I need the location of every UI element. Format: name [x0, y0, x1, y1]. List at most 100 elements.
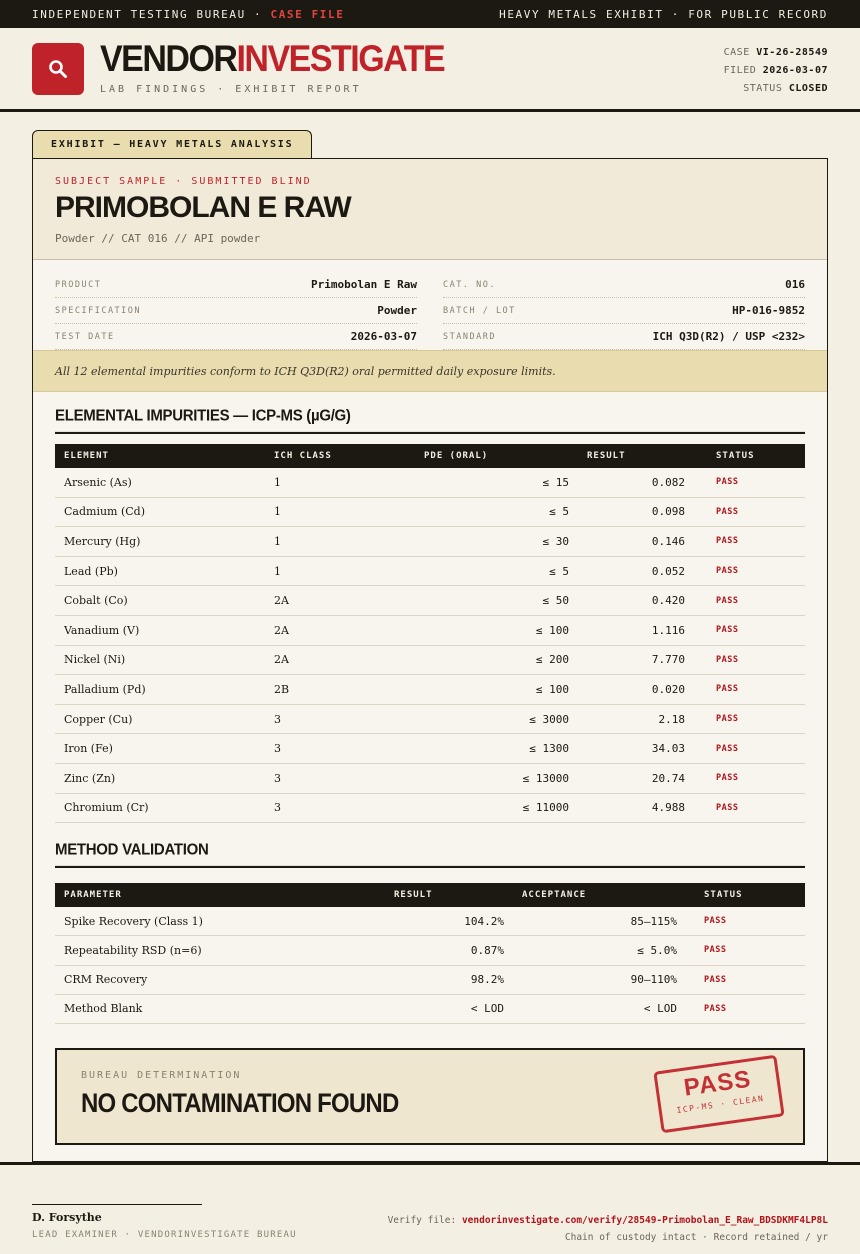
table-header: ELEMENT ICH CLASS PDE (ORAL) RESULT STAT…: [55, 444, 805, 468]
table-row: Iron (Fe) 3 ≤ 1300 34.03 PASS: [55, 733, 805, 764]
class-cell: 1: [265, 556, 415, 587]
bureau-label: INDEPENDENT TESTING BUREAU ·: [32, 7, 263, 21]
result-cell: 0.87%: [385, 935, 513, 966]
impurities-table: ELEMENT ICH CLASS PDE (ORAL) RESULT STAT…: [55, 444, 805, 824]
case-meta-row: CASE VI-26-28549: [723, 47, 828, 58]
element-cell: Cobalt (Co): [55, 585, 265, 616]
status-badge: PASS: [694, 497, 805, 528]
class-cell: 3: [265, 733, 415, 764]
verify-link[interactable]: vendorinvestigate.com/verify/28549-Primo…: [462, 1215, 828, 1226]
parameter-cell: Repeatability RSD (n=6): [55, 935, 385, 966]
table-row: Chromium (Cr) 3 ≤ 11000 4.988 PASS: [55, 793, 805, 824]
pde-cell: ≤ 1300: [415, 733, 578, 764]
result-cell: 0.420: [578, 585, 694, 616]
element-cell: Cadmium (Cd): [55, 497, 265, 528]
class-cell: 1: [265, 526, 415, 557]
brand-name: VENDORINVESTIGATE: [100, 38, 446, 80]
parameter-cell: CRM Recovery: [55, 965, 385, 995]
exhibit-panel: SUBJECT SAMPLE · SUBMITTED BLIND PRIMOBO…: [32, 158, 828, 1162]
brand: VENDORINVESTIGATE LAB FINDINGS · EXHIBIT…: [100, 38, 446, 95]
case-meta-row: FILED 2026-03-07: [723, 65, 828, 76]
details-right: CAT. NO. 016 BATCH / LOT HP-016-9852 STAND…: [443, 272, 805, 350]
acceptance-cell: ≤ 5.0%: [513, 935, 686, 966]
pde-cell: ≤ 100: [415, 674, 578, 705]
table-row: Vanadium (V) 2A ≤ 100 1.116 PASS: [55, 615, 805, 646]
element-cell: Palladium (Pd): [55, 674, 265, 705]
pde-cell: ≤ 5: [415, 556, 578, 587]
result-cell: 0.082: [578, 468, 694, 498]
element-cell: Nickel (Ni): [55, 645, 265, 676]
result-cell: 0.146: [578, 526, 694, 557]
result-cell: 7.770: [578, 645, 694, 676]
table-row: Palladium (Pd) 2B ≤ 100 0.020 PASS: [55, 674, 805, 705]
table-row: Method Blank < LOD < LOD PASS: [55, 994, 805, 1024]
status-badge: PASS: [694, 526, 805, 557]
class-cell: 1: [265, 468, 415, 498]
pde-cell: ≤ 11000: [415, 793, 578, 824]
subject-kicker: SUBJECT SAMPLE · SUBMITTED BLIND: [55, 176, 312, 187]
class-cell: 2A: [265, 645, 415, 676]
element-cell: Iron (Fe): [55, 733, 265, 764]
result-cell: 4.988: [578, 793, 694, 824]
brand-subtitle: LAB FINDINGS · EXHIBIT REPORT: [100, 84, 362, 95]
case-meta-row: STATUS CLOSED: [743, 83, 828, 94]
magnifier-icon: [49, 59, 67, 78]
class-cell: 2B: [265, 674, 415, 705]
top-bar: INDEPENDENT TESTING BUREAU · CASE FILE H…: [0, 0, 860, 28]
top-bar-right: HEAVY METALS EXHIBIT · FOR PUBLIC RECORD: [499, 7, 828, 21]
determination-box: BUREAU DETERMINATION NO CONTAMINATION FO…: [55, 1048, 805, 1145]
table-row: Copper (Cu) 3 ≤ 3000 2.18 PASS: [55, 704, 805, 735]
method-table: PARAMETER RESULT ACCEPTANCE STATUS Spike…: [55, 883, 805, 1024]
detail-row: PRODUCT Primobolan E Raw: [55, 272, 417, 298]
pass-stamp: PASS ICP-MS · CLEAN: [653, 1054, 785, 1134]
result-cell: 20.74: [578, 763, 694, 794]
result-cell: 0.052: [578, 556, 694, 587]
class-cell: 3: [265, 704, 415, 735]
table-row: Arsenic (As) 1 ≤ 15 0.082 PASS: [55, 468, 805, 498]
signature-line: [32, 1204, 202, 1205]
acceptance-cell: < LOD: [513, 994, 686, 1024]
method-title: METHOD VALIDATION: [55, 841, 805, 869]
table-row: Spike Recovery (Class 1) 104.2% 85–115% PAS…: [55, 907, 805, 937]
status-badge: PASS: [694, 468, 805, 498]
status-badge: PASS: [686, 994, 805, 1024]
parameter-cell: Method Blank: [55, 994, 385, 1024]
impurities-title: ELEMENTAL IMPURITIES — ICP-MS (µG/G): [55, 407, 805, 434]
exhibit-tab: EXHIBIT — HEAVY METALS ANALYSIS: [32, 130, 312, 158]
status-badge: PASS: [694, 793, 805, 824]
status-badge: PASS: [686, 965, 805, 995]
table-row: Nickel (Ni) 2A ≤ 200 7.770 PASS: [55, 645, 805, 676]
top-bar-left: INDEPENDENT TESTING BUREAU · CASE FILE: [32, 8, 344, 21]
pde-cell: ≤ 200: [415, 645, 578, 676]
status-badge: PASS: [694, 763, 805, 794]
detail-row: STANDARD ICH Q3D(R2) / USP <232>: [443, 324, 805, 350]
status-badge: PASS: [694, 585, 805, 616]
element-cell: Zinc (Zn): [55, 763, 265, 794]
status-badge: PASS: [686, 935, 805, 966]
case-meta: CASE VI-26-28549 FILED 2026-03-07 STATUS…: [724, 44, 828, 98]
result-cell: 2.18: [578, 704, 694, 735]
table-row: Repeatability RSD (n=6) 0.87% ≤ 5.0% PASS: [55, 935, 805, 966]
acceptance-cell: 85–115%: [513, 907, 686, 937]
element-cell: Copper (Cu): [55, 704, 265, 735]
class-cell: 2A: [265, 615, 415, 646]
details-grid: PRODUCT Primobolan E Raw SPECIFICATION Pow…: [33, 260, 827, 350]
result-cell: 34.03: [578, 733, 694, 764]
pde-cell: ≤ 13000: [415, 763, 578, 794]
table-row: Cobalt (Co) 2A ≤ 50 0.420 PASS: [55, 585, 805, 616]
result-cell: 1.116: [578, 615, 694, 646]
pde-cell: ≤ 15: [415, 468, 578, 498]
pde-cell: ≤ 50: [415, 585, 578, 616]
pde-cell: ≤ 30: [415, 526, 578, 557]
status-badge: PASS: [694, 615, 805, 646]
subject-title: PRIMOBOLAN E RAW: [55, 191, 352, 224]
footer: D. Forsythe LEAD EXAMINER · VENDORINVEST…: [0, 1162, 860, 1254]
status-badge: PASS: [694, 704, 805, 735]
header: VENDORINVESTIGATE LAB FINDINGS · EXHIBIT…: [0, 28, 860, 112]
result-cell: < LOD: [385, 994, 513, 1024]
detail-row: BATCH / LOT HP-016-9852: [443, 298, 805, 324]
result-cell: 104.2%: [385, 907, 513, 937]
table-header: PARAMETER RESULT ACCEPTANCE STATUS: [55, 883, 805, 908]
pde-cell: ≤ 5: [415, 497, 578, 528]
pde-cell: ≤ 100: [415, 615, 578, 646]
